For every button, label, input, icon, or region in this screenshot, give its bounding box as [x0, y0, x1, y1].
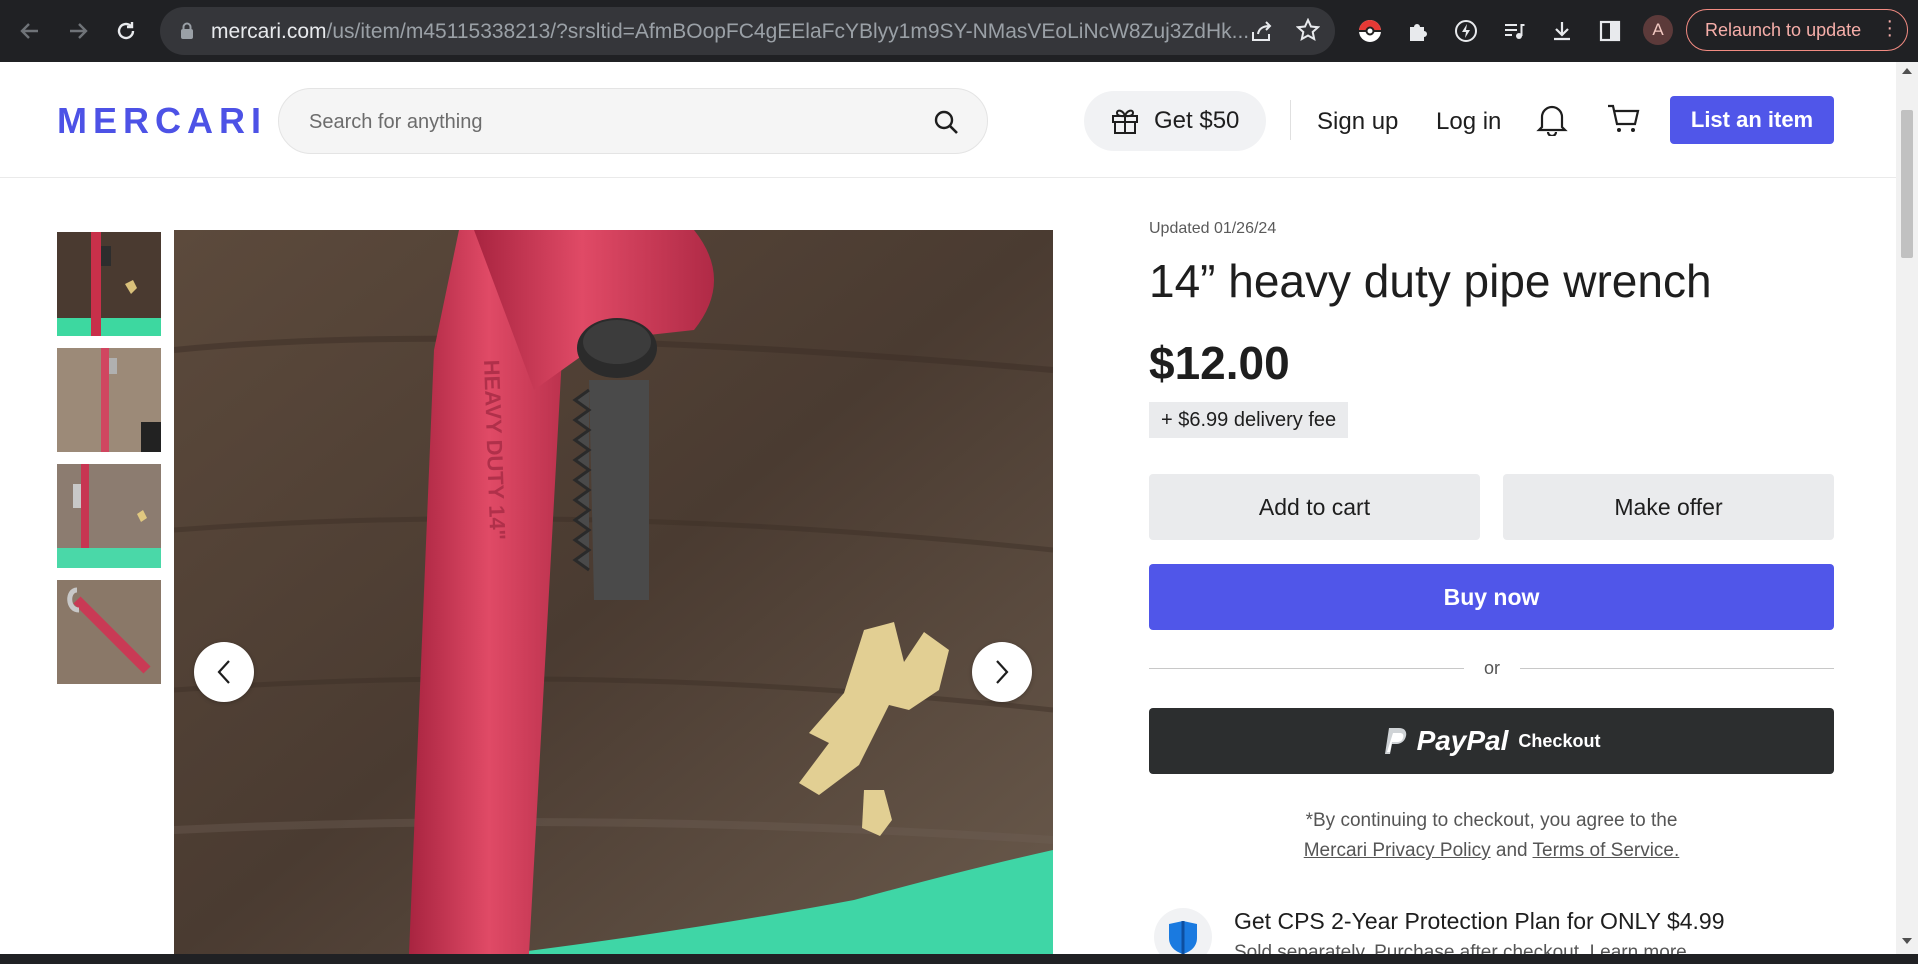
or-divider-right	[1520, 668, 1834, 669]
item-price: $12.00	[1149, 337, 1290, 389]
thumbnail-2[interactable]	[57, 348, 161, 452]
sign-up-link[interactable]: Sign up	[1317, 108, 1398, 136]
scroll-up-arrow-icon[interactable]	[1902, 68, 1912, 74]
get-50-label: Get $50	[1154, 107, 1240, 134]
scroll-down-arrow-icon[interactable]	[1902, 938, 1912, 944]
search-bar[interactable]	[278, 88, 988, 154]
add-to-cart-button[interactable]: Add to cart	[1149, 474, 1480, 540]
previous-image-button[interactable]	[194, 642, 254, 702]
updated-date: Updated 01/26/24	[1149, 220, 1277, 237]
page-viewport: MERCARI Get $50 Sign up Log in List an i…	[0, 62, 1896, 954]
thumbnail-1-image	[57, 232, 161, 336]
bell-icon[interactable]	[1536, 102, 1568, 141]
chevron-left-icon	[217, 660, 230, 684]
site-header: MERCARI Get $50 Sign up Log in List an i…	[0, 62, 1896, 178]
paypal-icon	[1384, 728, 1406, 754]
gift-icon	[1112, 109, 1138, 134]
address-bar[interactable]: mercari.com/us/item/m45115338213/?srslti…	[160, 7, 1335, 55]
terms-prefix: *By continuing to checkout, you agree to…	[1305, 810, 1678, 831]
more-vert-icon[interactable]: · · ·	[1886, 11, 1893, 45]
chevron-right-icon	[996, 660, 1009, 684]
privacy-policy-link[interactable]: Mercari Privacy Policy	[1304, 840, 1491, 861]
media-icon[interactable]	[1498, 15, 1530, 47]
taskbar-strip	[0, 954, 1918, 964]
search-input[interactable]	[309, 107, 909, 137]
header-divider	[1290, 100, 1291, 140]
download-icon[interactable]	[1546, 15, 1578, 47]
cart-icon[interactable]	[1606, 102, 1640, 141]
side-panel-icon[interactable]	[1594, 15, 1626, 47]
paypal-checkout-button[interactable]: PayPal Checkout	[1149, 708, 1834, 774]
thumbnail-2-image	[57, 348, 161, 452]
thumbnail-3[interactable]	[57, 464, 161, 568]
terms-of-service-link[interactable]: Terms of Service.	[1533, 840, 1680, 861]
protection-plan-subtitle[interactable]: Sold separately. Purchase after checkout…	[1234, 942, 1687, 954]
item-title: 14” heavy duty pipe wrench	[1149, 255, 1712, 307]
performance-icon[interactable]	[1450, 15, 1482, 47]
main-product-image[interactable]: HEAVY DUTY 14"	[174, 230, 1053, 954]
puzzle-icon[interactable]	[1402, 15, 1434, 47]
mercari-logo[interactable]: MERCARI	[57, 100, 267, 142]
lock-icon[interactable]	[180, 22, 194, 45]
thumbnail-4-image	[57, 580, 161, 684]
page-scrollbar[interactable]	[1896, 62, 1918, 954]
or-label: or	[1483, 658, 1500, 678]
profile-avatar[interactable]: A	[1643, 15, 1673, 45]
terms-and: and	[1495, 840, 1528, 861]
relaunch-to-update-button[interactable]: Relaunch to update · · ·	[1686, 9, 1908, 51]
make-offer-button[interactable]: Make offer	[1503, 474, 1834, 540]
scrollbar-thumb[interactable]	[1901, 110, 1913, 258]
next-image-button[interactable]	[972, 642, 1032, 702]
get-50-button[interactable]: Get $50	[1084, 91, 1266, 151]
list-an-item-button[interactable]: List an item	[1670, 96, 1834, 144]
thumbnail-1[interactable]	[54, 229, 164, 339]
relaunch-label: Relaunch to update	[1705, 19, 1862, 40]
thumbnail-3-image	[57, 464, 161, 568]
shield-icon	[1154, 908, 1212, 954]
thumbnail-4[interactable]	[57, 580, 161, 684]
reload-icon[interactable]	[108, 13, 144, 49]
forward-icon[interactable]	[60, 13, 96, 49]
paypal-checkout-label: Checkout	[1518, 730, 1601, 751]
delivery-fee-badge: + $6.99 delivery fee	[1149, 402, 1349, 438]
pokeball-extension-icon[interactable]	[1354, 15, 1386, 47]
share-icon[interactable]	[1250, 20, 1274, 47]
protection-plan-title: Get CPS 2-Year Protection Plan for ONLY …	[1234, 908, 1725, 934]
star-icon[interactable]	[1295, 17, 1321, 47]
log-in-link[interactable]: Log in	[1436, 108, 1501, 136]
url-text[interactable]: mercari.com/us/item/m45115338213/?srslti…	[211, 20, 1391, 44]
or-divider-left	[1149, 668, 1464, 669]
buy-now-button[interactable]: Buy now	[1149, 564, 1834, 630]
paypal-wordmark: PayPal	[1416, 725, 1509, 756]
browser-toolbar: mercari.com/us/item/m45115338213/?srslti…	[0, 0, 1918, 62]
search-icon[interactable]	[933, 109, 959, 140]
back-icon[interactable]	[12, 13, 48, 49]
pipe-wrench-photo: HEAVY DUTY 14"	[174, 230, 1053, 954]
checkout-terms: *By continuing to checkout, you agree to…	[1149, 806, 1834, 866]
